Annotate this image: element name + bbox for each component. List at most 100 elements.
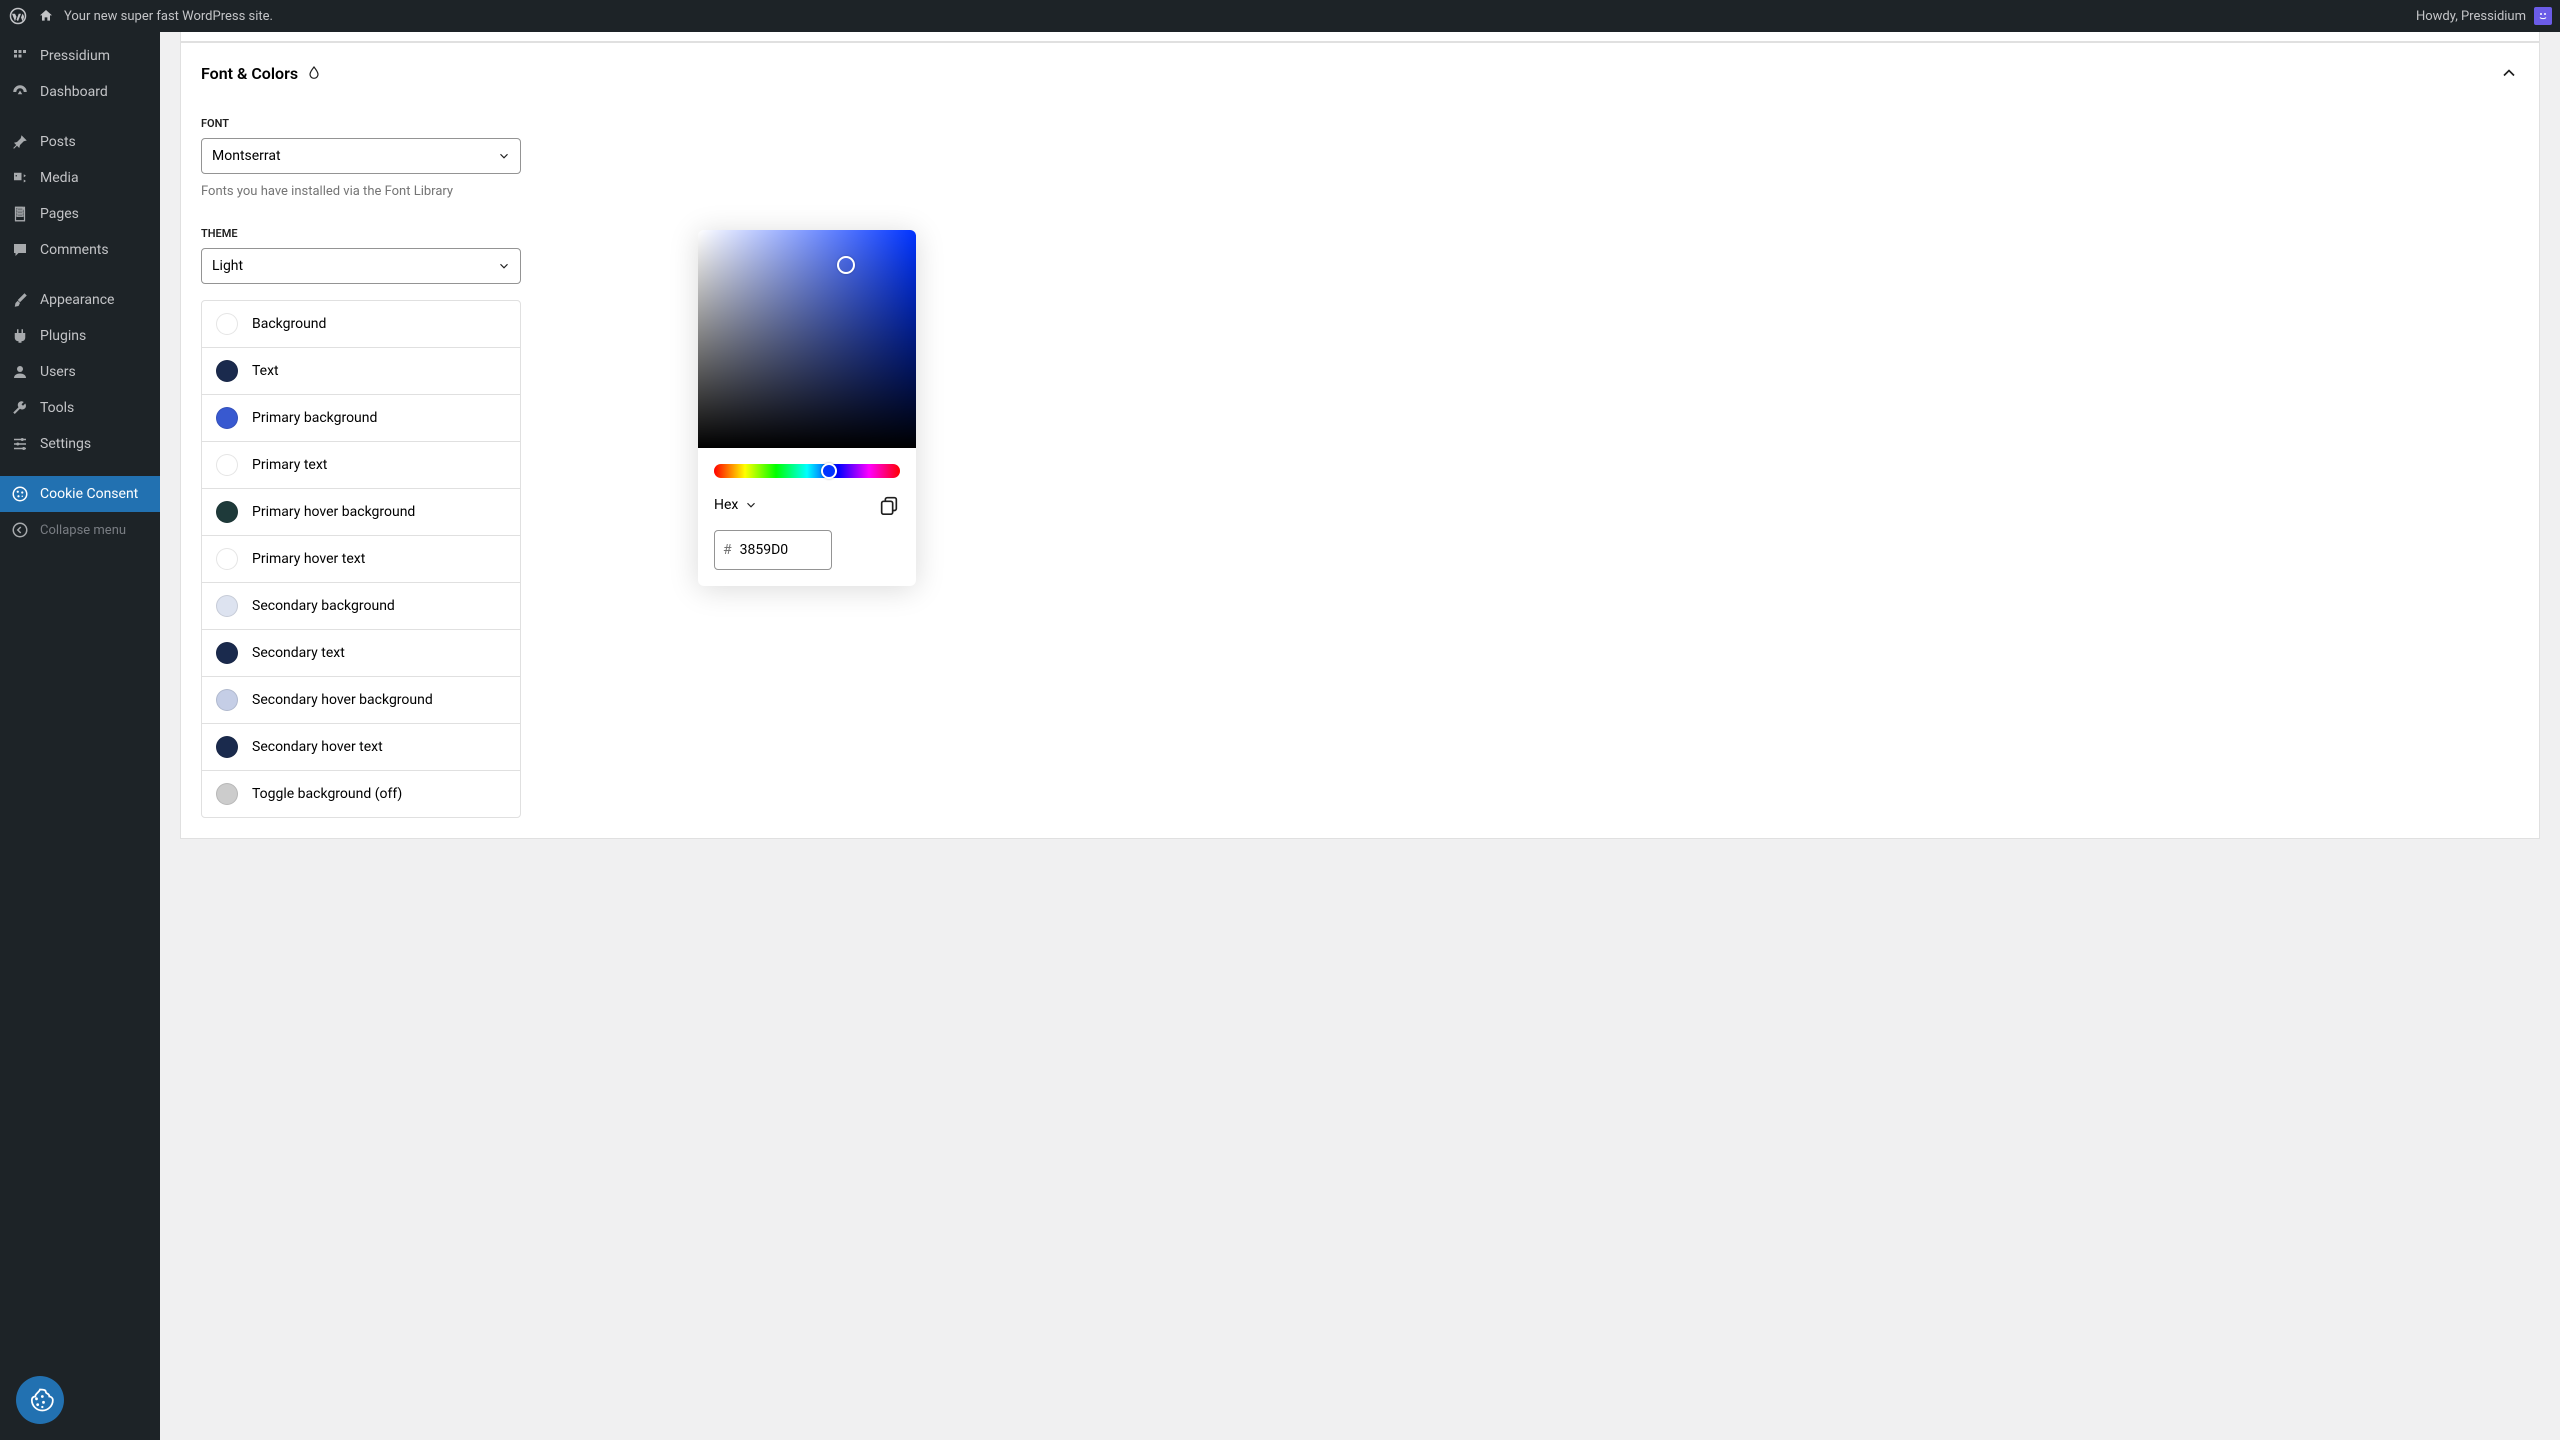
user-icon: [10, 362, 30, 382]
sidebar-item-dashboard[interactable]: Dashboard: [0, 74, 160, 110]
color-row[interactable]: Primary text: [202, 442, 520, 489]
font-label: FONT: [201, 117, 2519, 130]
sidebar-item-label: Pressidium: [40, 48, 110, 64]
home-icon[interactable]: [36, 6, 56, 26]
sidebar-item-media[interactable]: Media: [0, 160, 160, 196]
page-icon: [10, 204, 30, 224]
theme-select[interactable]: Light: [201, 248, 521, 284]
admin-sidebar: Pressidium Dashboard Posts Media Pages C…: [0, 32, 160, 1440]
wrench-icon: [10, 398, 30, 418]
sidebar-item-label: Posts: [40, 134, 76, 150]
dashboard-icon: [10, 82, 30, 102]
color-row[interactable]: Secondary hover background: [202, 677, 520, 724]
sidebar-item-plugins[interactable]: Plugins: [0, 318, 160, 354]
sidebar-item-pages[interactable]: Pages: [0, 196, 160, 232]
sidebar-item-tools[interactable]: Tools: [0, 390, 160, 426]
cookie-icon: [10, 484, 30, 504]
sidebar-collapse[interactable]: Collapse menu: [0, 512, 160, 548]
wordpress-logo-icon[interactable]: [8, 6, 28, 26]
sidebar-item-cookie-consent[interactable]: Cookie Consent: [0, 476, 160, 512]
color-row[interactable]: Text: [202, 348, 520, 395]
sidebar-item-label: Comments: [40, 242, 109, 258]
color-label: Background: [252, 316, 326, 332]
color-label: Toggle background (off): [252, 786, 402, 802]
color-list: Background Text Primary background Primary …: [201, 300, 521, 818]
color-swatch: [216, 642, 238, 664]
color-label: Primary hover text: [252, 551, 365, 567]
font-colors-panel: Font & Colors FONT Montserrat Fonts you …: [180, 42, 2540, 839]
site-title[interactable]: Your new super fast WordPress site.: [64, 9, 273, 24]
sidebar-item-label: Plugins: [40, 328, 86, 344]
sidebar-item-label: Settings: [40, 436, 91, 452]
sidebar-item-settings[interactable]: Settings: [0, 426, 160, 462]
color-label: Secondary hover background: [252, 692, 433, 708]
hue-handle[interactable]: [821, 463, 837, 479]
collapse-icon: [10, 520, 30, 540]
color-swatch: [216, 313, 238, 335]
color-swatch: [216, 407, 238, 429]
hex-input[interactable]: [740, 542, 810, 558]
sidebar-item-label: Dashboard: [40, 84, 108, 100]
theme-label: THEME: [201, 227, 2519, 240]
drop-icon: [306, 65, 322, 81]
color-label: Primary hover background: [252, 504, 415, 520]
color-label: Secondary text: [252, 645, 345, 661]
sidebar-item-label: Media: [40, 170, 79, 186]
floating-cookie-button[interactable]: [16, 1376, 64, 1424]
color-row[interactable]: Secondary hover text: [202, 724, 520, 771]
sidebar-item-label: Appearance: [40, 292, 114, 308]
color-swatch: [216, 548, 238, 570]
chevron-up-icon[interactable]: [2499, 63, 2519, 83]
sidebar-item-label: Pages: [40, 206, 79, 222]
font-help: Fonts you have installed via the Font Li…: [201, 184, 2519, 199]
color-row[interactable]: Primary hover background: [202, 489, 520, 536]
color-row[interactable]: Secondary text: [202, 630, 520, 677]
sidebar-item-comments[interactable]: Comments: [0, 232, 160, 268]
color-picker: Hex #: [698, 230, 916, 586]
content-area: Font & Colors FONT Montserrat Fonts you …: [160, 32, 2560, 1440]
sidebar-item-posts[interactable]: Posts: [0, 124, 160, 160]
color-swatch: [216, 689, 238, 711]
color-label: Primary text: [252, 457, 327, 473]
media-icon: [10, 168, 30, 188]
greeting[interactable]: Howdy, Pressidium: [2416, 9, 2526, 24]
sidebar-item-appearance[interactable]: Appearance: [0, 282, 160, 318]
color-row[interactable]: Background: [202, 301, 520, 348]
color-swatch: [216, 736, 238, 758]
hash-prefix: #: [715, 542, 740, 558]
comment-icon: [10, 240, 30, 260]
pin-icon: [10, 132, 30, 152]
color-row[interactable]: Toggle background (off): [202, 771, 520, 817]
hue-slider[interactable]: [714, 464, 900, 478]
color-label: Secondary hover text: [252, 739, 383, 755]
color-row[interactable]: Secondary background: [202, 583, 520, 630]
format-select[interactable]: Hex: [714, 497, 758, 513]
sidebar-item-users[interactable]: Users: [0, 354, 160, 390]
color-row[interactable]: Primary background: [202, 395, 520, 442]
color-label: Secondary background: [252, 598, 395, 614]
color-label: Text: [252, 363, 279, 379]
saturation-field[interactable]: [698, 230, 916, 448]
color-swatch: [216, 595, 238, 617]
font-select[interactable]: Montserrat: [201, 138, 521, 174]
color-row[interactable]: Primary hover text: [202, 536, 520, 583]
color-swatch: [216, 783, 238, 805]
admin-bar: Your new super fast WordPress site. Howd…: [0, 0, 2560, 32]
panel-title: Font & Colors: [201, 64, 322, 83]
chevron-down-icon: [744, 498, 758, 512]
pressidium-icon: [10, 46, 30, 66]
avatar[interactable]: [2534, 7, 2552, 25]
color-label: Primary background: [252, 410, 377, 426]
sliders-icon: [10, 434, 30, 454]
hex-input-wrap: #: [714, 530, 832, 570]
plugin-icon: [10, 326, 30, 346]
sidebar-item-label: Users: [40, 364, 76, 380]
color-swatch: [216, 454, 238, 476]
sidebar-item-pressidium[interactable]: Pressidium: [0, 38, 160, 74]
copy-icon[interactable]: [878, 494, 900, 516]
saturation-handle[interactable]: [837, 256, 855, 274]
sidebar-item-label: Cookie Consent: [40, 486, 138, 502]
color-swatch: [216, 360, 238, 382]
sidebar-item-label: Tools: [40, 400, 74, 416]
sidebar-item-label: Collapse menu: [40, 523, 126, 538]
